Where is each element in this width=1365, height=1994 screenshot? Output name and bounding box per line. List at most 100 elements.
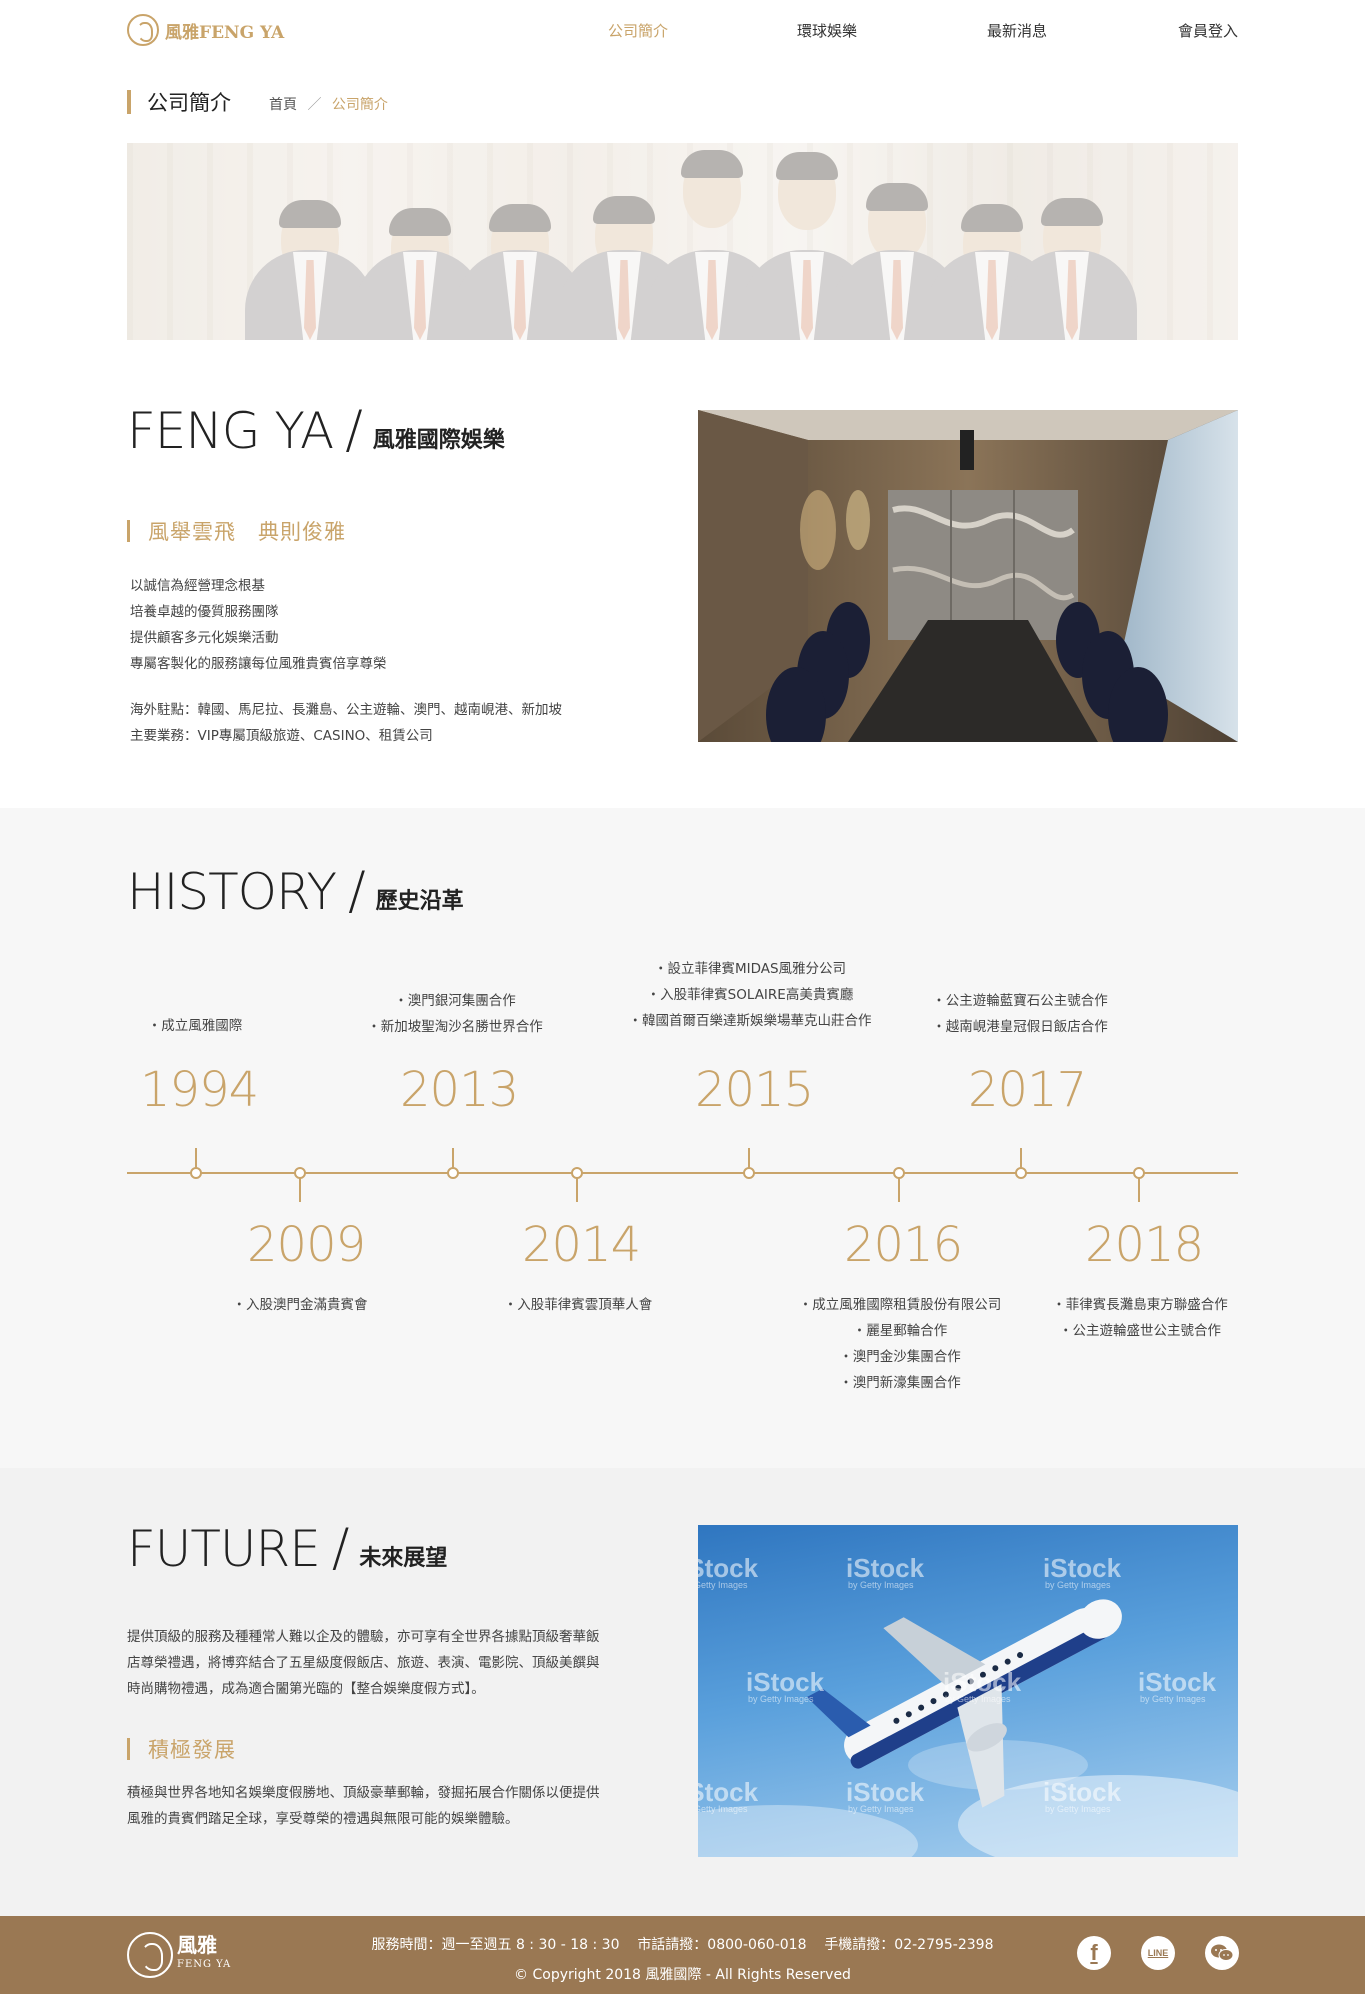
stock-watermark: iStockby Getty Images — [1138, 1667, 1217, 1704]
history-event: ・新加坡聖淘沙名勝世界合作 — [367, 1019, 543, 1035]
service-hours: 服務時間：週一至週五 8 : 30 - 18 : 30 — [371, 1937, 620, 1953]
year-label-1994: 1994 — [140, 1062, 259, 1118]
about-line: 培養卓越的優質服務團隊 — [130, 604, 279, 620]
stock-watermark: iStockby Getty Images — [943, 1667, 1022, 1704]
timeline-node — [190, 1167, 202, 1179]
title-accent-bar — [127, 90, 131, 114]
about-details: 海外駐點：韓國、馬尼拉、長灘島、公主遊輪、澳門、越南峴港、新加坡 主要業務：VI… — [130, 697, 562, 749]
timeline-node — [1015, 1167, 1027, 1179]
about-heading-zh: 風雅國際娛樂 — [372, 428, 505, 453]
heading-slash: / — [331, 1518, 350, 1578]
team-banner-image — [127, 143, 1238, 340]
nav-item-news[interactable]: 最新消息 — [987, 20, 1047, 41]
history-event: ・入股菲律賓SOLAIRE高美貴賓廳 — [646, 987, 854, 1003]
slogan-accent-bar — [127, 520, 130, 542]
nav-item-about[interactable]: 公司簡介 — [608, 20, 668, 41]
year-label-2009: 2009 — [247, 1217, 366, 1273]
future-paragraph-line: 提供頂級的服務及種種常人難以企及的體驗，亦可享有全世界各據點頂級奢華飯 — [127, 1629, 600, 1645]
history-event: ・成立風雅國際 — [147, 1018, 243, 1034]
about-line: 專屬客製化的服務讓每位風雅貴賓倍享尊榮 — [130, 656, 387, 672]
timeline-tick — [1138, 1178, 1140, 1202]
history-event: ・越南峴港皇冠假日飯店合作 — [932, 1019, 1108, 1035]
timeline-node — [743, 1167, 755, 1179]
year-label-2014: 2014 — [522, 1217, 641, 1273]
history-events-2013: ・澳門銀河集團合作 ・新加坡聖淘沙名勝世界合作 — [340, 988, 570, 1040]
history-event: ・麗星郵輪合作 — [852, 1323, 948, 1339]
future-heading: FUTURE / 未來展望 — [127, 1522, 447, 1574]
history-events-2016: ・成立風雅國際租賃股份有限公司 ・麗星郵輪合作 ・澳門金沙集團合作 ・澳門新濠集… — [775, 1292, 1025, 1396]
nav-item-global-entertainment[interactable]: 環球娛樂 — [797, 20, 857, 41]
stock-watermark: iStockby Getty Images — [846, 1553, 925, 1590]
future-paragraph-2: 積極與世界各地知名娛樂度假勝地、頂級豪華郵輪，發掘拓展合作關係以便提供 風雅的貴… — [127, 1780, 600, 1832]
history-event: ・菲律賓長灘島東方聯盛合作 — [1052, 1297, 1228, 1313]
airplane-photo: iStockby Getty Images iStockby Getty Ima… — [698, 1525, 1238, 1857]
page-title: 公司簡介 — [147, 91, 231, 115]
history-event: ・公主遊輪藍寶石公主號合作 — [932, 993, 1108, 1009]
history-event: ・澳門金沙集團合作 — [839, 1349, 961, 1365]
about-heading: FENG YA / 風雅國際娛樂 — [127, 404, 505, 456]
history-events-2009: ・入股澳門金滿貴賓會 — [215, 1292, 385, 1318]
breadcrumb: 首頁 ／ 公司簡介 — [269, 94, 388, 114]
history-events-2018: ・菲律賓長灘島東方聯盛合作 ・公主遊輪盛世公主號合作 — [1030, 1292, 1250, 1344]
history-event: ・成立風雅國際租賃股份有限公司 — [798, 1297, 1002, 1313]
slogan-text: 風舉雲飛 典則俊雅 — [148, 520, 346, 544]
heading-slash: / — [345, 400, 363, 460]
about-heading-en: FENG YA — [127, 402, 334, 460]
conference-room-photo — [698, 410, 1238, 742]
history-events-2017: ・公主遊輪藍寶石公主號合作 ・越南峴港皇冠假日飯店合作 — [905, 988, 1135, 1040]
site-footer: 風雅 FENG YA 服務時間：週一至週五 8 : 30 - 18 : 30 市話… — [0, 1916, 1365, 1994]
future-heading-en: FUTURE — [127, 1520, 321, 1578]
logo-emblem-icon — [127, 14, 159, 46]
site-logo[interactable]: 風雅FENG YA — [127, 14, 284, 46]
year-label-2017: 2017 — [968, 1062, 1087, 1118]
main-business: 主要業務：VIP專屬頂級旅遊、CASINO、租賃公司 — [130, 728, 433, 744]
future-paragraph-line: 店尊榮禮遇，將博弈結合了五星級度假飯店、旅遊、表演、電影院、頂級美饌與 — [127, 1655, 600, 1671]
facebook-icon[interactable]: f — [1077, 1936, 1111, 1970]
nav-item-member-login[interactable]: 會員登入 — [1178, 20, 1238, 41]
timeline-tick — [898, 1178, 900, 1202]
future-subheading: 積極發展 — [127, 1734, 236, 1764]
overseas-locations: 海外駐點：韓國、馬尼拉、長灘島、公主遊輪、澳門、越南峴港、新加坡 — [130, 702, 562, 718]
history-event: ・設立菲律賓MIDAS風雅分公司 — [653, 961, 847, 977]
future-paragraph-line: 風雅的貴賓們踏足全球，享受尊榮的禮遇與無限可能的娛樂體驗。 — [127, 1811, 519, 1827]
stock-watermark: iStockby Getty Images — [698, 1777, 759, 1814]
future-subheading-text: 積極發展 — [148, 1738, 236, 1762]
wechat-glyph-icon — [1211, 1944, 1233, 1961]
about-line: 提供顧客多元化娛樂活動 — [130, 630, 279, 646]
about-slogan: 風舉雲飛 典則俊雅 — [127, 516, 346, 546]
mobile-phone: 手機請撥：02-2795-2398 — [824, 1937, 994, 1953]
history-event: ・韓國首爾百樂達斯娛樂場華克山莊合作 — [628, 1013, 872, 1029]
wechat-icon[interactable] — [1205, 1936, 1239, 1970]
breadcrumb-home[interactable]: 首頁 — [269, 97, 297, 113]
future-heading-zh: 未來展望 — [359, 1546, 448, 1571]
heading-slash: / — [348, 861, 366, 921]
year-label-2013: 2013 — [400, 1062, 519, 1118]
stock-watermark: iStockby Getty Images — [746, 1667, 825, 1704]
timeline-tick — [299, 1178, 301, 1202]
line-icon[interactable]: LINE — [1141, 1936, 1175, 1970]
page-title-row: 公司簡介 首頁 ／ 公司簡介 — [127, 88, 388, 116]
history-events-1994: ・成立風雅國際 — [120, 1013, 270, 1039]
history-event: ・澳門新濠集團合作 — [839, 1375, 961, 1391]
breadcrumb-separator: ／ — [307, 96, 322, 113]
history-heading: HISTORY / 歷史沿革 — [127, 865, 464, 917]
stock-watermark: iStockby Getty Images — [698, 1553, 759, 1590]
subheading-accent-bar — [127, 1738, 130, 1760]
history-events-2014: ・入股菲律賓雲頂華人會 — [488, 1292, 668, 1318]
breadcrumb-current: 公司簡介 — [331, 96, 388, 113]
history-heading-zh: 歷史沿革 — [375, 889, 464, 914]
history-event: ・澳門銀河集團合作 — [394, 993, 516, 1009]
about-line: 以誠信為經營理念根基 — [130, 578, 265, 594]
history-event: ・入股菲律賓雲頂華人會 — [503, 1297, 653, 1313]
stock-watermark: iStockby Getty Images — [1043, 1777, 1122, 1814]
site-header: 風雅FENG YA 公司簡介 環球娛樂 最新消息 會員登入 — [0, 0, 1365, 60]
future-paragraph-line: 時尚購物禮遇，成為適合闔第光臨的【整合娛樂度假方式】。 — [127, 1681, 485, 1697]
history-events-2015: ・設立菲律賓MIDAS風雅分公司 ・入股菲律賓SOLAIRE高美貴賓廳 ・韓國首… — [615, 956, 885, 1034]
year-label-2018: 2018 — [1085, 1217, 1204, 1273]
timeline-tick — [576, 1178, 578, 1202]
history-heading-en: HISTORY — [127, 863, 337, 921]
history-event: ・入股澳門金滿貴賓會 — [232, 1297, 368, 1313]
conference-room-illustration — [698, 410, 1238, 742]
history-event: ・公主遊輪盛世公主號合作 — [1059, 1323, 1221, 1339]
logo-text: 風雅FENG YA — [165, 22, 285, 43]
